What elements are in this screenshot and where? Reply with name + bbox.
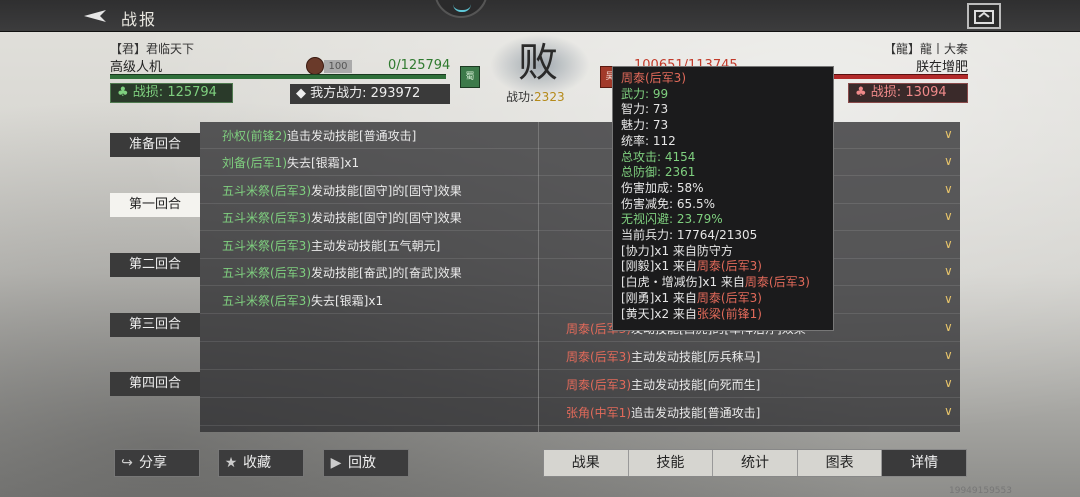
tooltip-title: 周泰(后军3) [621,71,686,85]
log-entry: 周泰(后军3)主动发动技能[厉兵秣马] [566,350,761,364]
favorite-button[interactable]: ★ 收藏 [218,449,304,477]
right-loss-label: 战损: [870,85,902,100]
left-loss-box: ♣ 战损: 125794 [110,83,233,103]
unit-tooltip: 周泰(后军3) 武力: 99 智力: 73 魅力: 73 统率: 112 总攻击… [612,66,834,331]
round-2[interactable]: 第二回合 [110,253,200,277]
replay-button[interactable]: ▶ 回放 [323,449,409,477]
log-entry: 五斗米祭(后军3)失去[银霜]x1 [222,294,384,308]
stat-line: 武力: 99 [621,86,669,101]
tab-stats[interactable]: 统计 [713,450,798,476]
battle-log[interactable]: 孙权(前锋2)追击发动技能[普通攻击] ∨ 刘备(后军1)失去[银霜]x1 ∨ … [200,122,960,432]
buff-line: [黄天]x2 来自张梁(前锋1) [621,306,762,321]
stat-line: 智力: 73 [621,102,669,117]
left-power-label: 我方战力: [310,86,367,101]
left-player-subtitle: 高级人机 [110,60,163,75]
log-row[interactable]: 周泰(后军3)主动发动技能[向死而生] ∨ [200,371,960,398]
left-hp-bar [110,74,446,79]
round-4[interactable]: 第四回合 [110,372,200,396]
left-level-badge: 100 [324,60,352,73]
chevron-down-icon[interactable]: ∨ [944,293,956,305]
round-1[interactable]: 第一回合 [110,193,200,217]
page-title: 战报 [121,10,158,29]
buff-line: [白虎・增减伤]x1 来自周泰(后军3) [621,275,810,290]
log-row[interactable]: 五斗米祭(后军3)失去[银霜]x1 ∨ [200,287,960,314]
stat-line: 魅力: 73 [621,118,669,133]
detail-tabs: 战果 技能 统计 图表 详情 [543,449,967,477]
star-icon: ★ [224,455,238,471]
buff-line: [刚毅]x1 来自周泰(后军3) [621,259,762,274]
log-row[interactable]: 五斗米祭(后军3)主动发动技能[五气朝元] ∨ [200,232,960,259]
merit-value: 2323 [534,90,565,104]
tab-details[interactable]: 详情 [882,450,966,476]
left-faction-flag: 蜀 [460,66,480,88]
chevron-down-icon[interactable]: ∨ [944,183,956,195]
share-icon: ↪ [121,455,133,471]
log-row[interactable]: 张角(中军1)追击发动技能[普通攻击] ∨ [200,399,960,426]
right-player-subtitle: 朕在增肥 [915,60,968,75]
right-loss-value: 13094 [905,85,947,100]
user-id: 19949159553 [949,486,1012,496]
chevron-down-icon[interactable]: ∨ [944,238,956,250]
log-row[interactable]: 周泰(后军3)主动发动技能[厉兵秣马] ∨ [200,343,960,370]
share-button[interactable]: ↪ 分享 [114,449,200,477]
chevron-down-icon[interactable]: ∨ [944,321,956,333]
left-loss-label: 战损: [132,85,164,100]
troop-icon: ♣ [855,85,871,100]
merit: 战功:2323 [506,88,565,105]
log-row[interactable]: 五斗米祭(后军3)发动技能[固守]的[固守]效果 ∨ [200,204,960,231]
back-arrow-icon[interactable] [78,6,108,26]
round-prep[interactable]: 准备回合 [110,133,200,157]
chevron-down-icon[interactable]: ∨ [944,405,956,417]
log-row[interactable]: 五斗米祭(后军3)发动技能[固守]的[固守]效果 ∨ [200,177,960,204]
top-bar: 战报 [0,0,1080,32]
power-icon: ◆ [296,86,311,101]
log-row[interactable]: 孙权(前锋2)追击发动技能[普通攻击] ∨ [200,122,960,149]
stat-line: 统率: 112 [621,133,676,148]
left-unit-icon [306,57,324,75]
log-row[interactable]: 五斗米祭(后军3)发动技能[奋武]的[奋武]效果 ∨ [200,259,960,286]
log-row[interactable]: 周泰(后军3)发动技能[白虎]的[军阵治疗]效果 ∨ [200,315,960,342]
left-player-name: 【君】君临天下 [110,42,195,56]
log-entry: 周泰(后军3)主动发动技能[向死而生] [566,378,761,392]
log-row[interactable]: 刘备(后军1)失去[银霜]x1 ∨ [200,149,960,176]
chevron-down-icon[interactable]: ∨ [944,155,956,167]
chevron-down-icon[interactable]: ∨ [944,128,956,140]
tab-results[interactable]: 战果 [544,450,629,476]
log-entry: 孙权(前锋2)追击发动技能[普通攻击] [222,129,417,143]
right-loss-box: ♣ 战损: 13094 [848,83,968,103]
log-entry: 五斗米祭(后军3)发动技能[固守]的[固守]效果 [222,184,462,198]
log-entry: 刘备(后军1)失去[银霜]x1 [222,156,360,170]
chevron-down-icon[interactable]: ∨ [944,210,956,222]
emblem-icon [434,0,488,18]
log-entry: 张角(中军1)追击发动技能[普通攻击] [566,406,761,420]
tab-charts[interactable]: 图表 [798,450,883,476]
troop-icon: ♣ [117,85,133,100]
buff-line: [协力]x1 来自防守方 [621,243,733,258]
merit-label: 战功: [506,90,535,104]
stat-line: 无视闪避: 23.79% [621,212,723,227]
stat-line: 当前兵力: 17764/21305 [621,228,758,243]
chevron-down-icon[interactable]: ∨ [944,265,956,277]
chevron-down-icon[interactable]: ∨ [944,377,956,389]
log-entry: 五斗米祭(后军3)主动发动技能[五气朝元] [222,239,441,253]
chevron-down-icon[interactable]: ∨ [944,349,956,361]
left-power-value: 293972 [370,86,421,101]
left-hp-value: 0/125794 [388,58,451,73]
round-3[interactable]: 第三回合 [110,313,200,337]
right-player-name: 【龍】龍丨大秦 [883,42,968,56]
log-entry: 五斗米祭(后军3)发动技能[固守]的[固守]效果 [222,211,462,225]
tab-skills[interactable]: 技能 [629,450,714,476]
left-power-box: ◆ 我方战力: 293972 [290,84,450,104]
play-icon: ▶ [330,455,342,471]
log-entry: 五斗米祭(后军3)发动技能[奋武]的[奋武]效果 [222,266,462,280]
buff-line: [刚勇]x1 来自周泰(后军3) [621,290,762,305]
battle-result: 败 [518,40,558,86]
stat-line: 总防御: 2361 [621,165,696,180]
export-icon[interactable] [967,3,1001,29]
stat-line: 伤害减免: 65.5% [621,196,715,211]
left-loss-value: 125794 [167,85,217,100]
stat-line: 伤害加成: 58% [621,180,704,195]
stat-line: 总攻击: 4154 [621,149,696,164]
